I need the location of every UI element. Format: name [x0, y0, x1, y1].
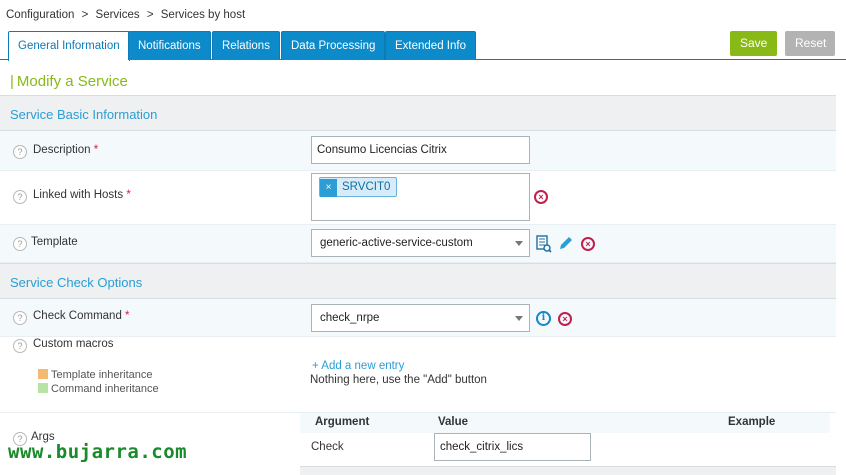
watermark: www.bujarra.com — [8, 441, 188, 463]
pencil-icon[interactable] — [558, 235, 574, 251]
title-bar-glyph: | — [10, 73, 14, 90]
command-swatch — [38, 383, 48, 393]
arg-name: Check — [311, 441, 344, 453]
empty-macros-text: Nothing here, use the "Add" button — [310, 374, 487, 386]
save-button[interactable]: Save — [730, 31, 777, 56]
chevron-down-icon — [515, 316, 523, 321]
custom-macros-label: Custom macros — [33, 338, 114, 350]
info-icon[interactable]: i — [536, 311, 551, 326]
section-footer — [300, 466, 836, 475]
column-example: Example — [728, 416, 776, 428]
tab-bar: General Information Notifications Relati… — [0, 28, 846, 61]
breadcrumb-separator: > — [146, 9, 154, 21]
page-title-text: Modify a Service — [16, 73, 128, 90]
args-table-header: Argument Value Example — [300, 413, 830, 433]
template-swatch — [38, 369, 48, 379]
breadcrumb: Configuration > Services > Services by h… — [6, 9, 249, 21]
description-label: Description * — [33, 144, 99, 156]
tab-data-processing[interactable]: Data Processing — [281, 31, 386, 60]
reset-button[interactable]: Reset — [785, 31, 835, 56]
breadcrumb-services[interactable]: Services — [96, 9, 140, 21]
template-label: Template — [31, 236, 78, 248]
page-title: | Modify a Service — [10, 73, 128, 90]
description-input[interactable]: Consumo Licencias Citrix — [311, 136, 530, 164]
row-template: ? Template generic-active-service-custom… — [0, 225, 836, 263]
breadcrumb-configuration[interactable]: Configuration — [6, 9, 74, 21]
clear-command-icon[interactable]: × — [558, 312, 572, 326]
tab-notifications[interactable]: Notifications — [128, 31, 211, 60]
section-check-title: Service Check Options — [10, 275, 143, 290]
legend-template: Template inheritance — [38, 369, 168, 381]
add-new-entry-link[interactable]: + Add a new entry — [312, 360, 404, 372]
help-icon[interactable]: ? — [13, 237, 27, 251]
arg-value-input[interactable]: check_citrix_lics — [434, 433, 591, 461]
column-value: Value — [438, 416, 469, 428]
tab-relations[interactable]: Relations — [212, 31, 280, 60]
clear-hosts-icon[interactable]: × — [534, 190, 548, 204]
row-linked-hosts: ? Linked with Hosts * × — [0, 171, 836, 225]
template-select-value: generic-active-service-custom — [320, 237, 473, 249]
help-icon[interactable]: ? — [13, 339, 27, 353]
section-check-options: Service Check Options — [0, 263, 836, 299]
template-select[interactable]: generic-active-service-custom — [311, 229, 530, 257]
tab-general-information[interactable]: General Information — [8, 31, 130, 61]
chevron-down-icon — [515, 241, 523, 246]
section-basic-information: Service Basic Information — [0, 95, 836, 131]
linked-hosts-label: Linked with Hosts * — [33, 189, 131, 201]
host-chip-label: SRVCIT0 — [342, 181, 391, 193]
remove-chip-icon[interactable]: × — [320, 179, 337, 197]
section-basic-title: Service Basic Information — [10, 107, 158, 122]
breadcrumb-separator: > — [81, 9, 89, 21]
host-chip[interactable]: × SRVCIT0 — [319, 177, 398, 197]
check-command-value: check_nrpe — [320, 312, 380, 324]
inheritance-legend: Template inheritance Command inheritance — [30, 362, 168, 408]
help-icon[interactable]: ? — [13, 190, 27, 204]
template-details-icon[interactable] — [536, 235, 552, 253]
check-command-label: Check Command * — [33, 310, 130, 322]
help-icon[interactable]: ? — [13, 145, 27, 159]
clear-template-icon[interactable]: × — [581, 237, 595, 251]
check-command-select[interactable]: check_nrpe — [311, 304, 530, 332]
legend-command: Command inheritance — [38, 383, 168, 395]
row-check-command: ? Check Command * check_nrpe i × — [0, 299, 836, 337]
row-description: ? Description * Consumo Licencias Citrix — [0, 131, 836, 171]
breadcrumb-services-by-host[interactable]: Services by host — [161, 9, 245, 21]
tab-extended-info[interactable]: Extended Info — [385, 31, 476, 60]
help-icon[interactable]: ? — [13, 311, 27, 325]
column-argument: Argument — [315, 416, 370, 428]
